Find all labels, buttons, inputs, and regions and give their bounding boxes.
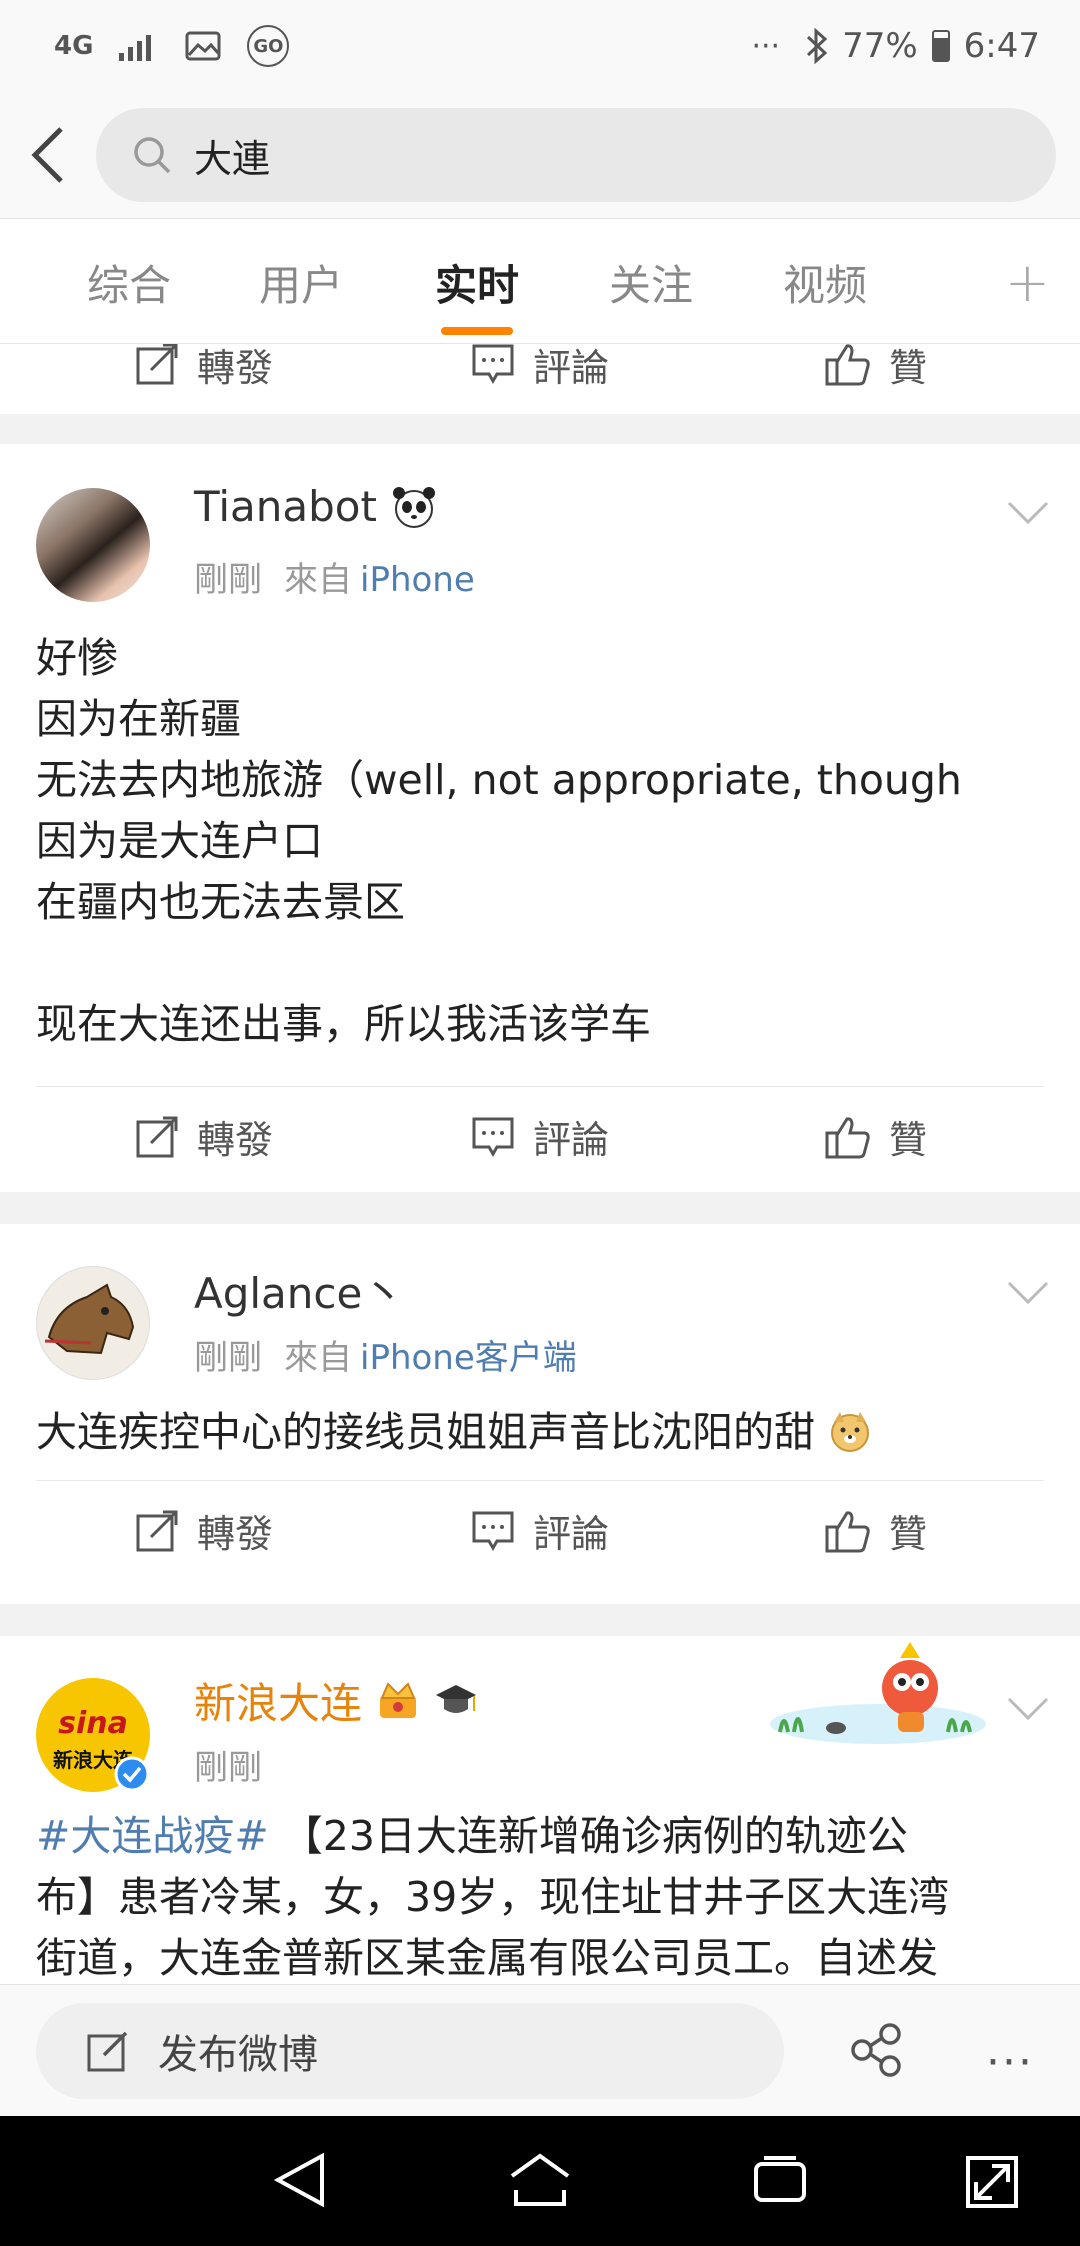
compose-bar: 发布微博 ···	[0, 1984, 1080, 2116]
post-time: 剛剛	[194, 1748, 262, 1788]
doge-emoji-icon	[831, 1412, 870, 1452]
post-actions: 轉發 評論 贊	[36, 1480, 1044, 1580]
post-author[interactable]: Tianabot	[194, 482, 437, 531]
repost-button[interactable]: 轉發	[36, 1109, 372, 1164]
verified-badge-icon	[114, 1756, 150, 1792]
post-meta: 剛剛 來自 iPhone客户端	[194, 1338, 577, 1378]
chevron-left-icon	[31, 127, 63, 183]
avatar[interactable]	[36, 488, 150, 602]
add-tab-button[interactable]: +	[1005, 219, 1050, 345]
go-badge-icon: GO	[247, 25, 290, 67]
status-bar: 4G GO ··· 77% 6:47	[0, 0, 1080, 92]
hashtag-link[interactable]: #大连战疫#	[36, 1812, 269, 1860]
crown-vip-icon	[380, 1681, 417, 1718]
network-4g-icon: 4G	[54, 31, 94, 61]
repost-icon	[136, 1510, 178, 1551]
post-actions: 轉發 評論 贊	[36, 344, 1044, 414]
comment-icon	[472, 344, 514, 385]
post-source-link[interactable]: iPhone客户端	[360, 1338, 577, 1378]
post-time: 剛剛	[194, 560, 262, 600]
comment-button[interactable]: 評論	[372, 1503, 708, 1558]
edit-icon	[87, 2031, 128, 2072]
back-button[interactable]	[0, 92, 96, 218]
compose-label: 发布微博	[158, 2032, 318, 2078]
post-author[interactable]: 新浪大连	[194, 1670, 478, 1731]
comment-icon	[472, 1511, 514, 1551]
repost-button[interactable]: 轉發	[36, 1503, 372, 1558]
post-actions: 轉發 評論 贊	[36, 1086, 1044, 1186]
post-time: 剛剛	[194, 1338, 262, 1378]
comment-button[interactable]: 評論	[372, 344, 708, 392]
avatar[interactable]	[36, 1266, 150, 1380]
share-icon[interactable]	[850, 2023, 904, 2077]
tab-following[interactable]: 关注	[586, 219, 716, 345]
tab-video[interactable]: 视频	[760, 219, 890, 345]
compose-post-button[interactable]: 发布微博	[36, 2003, 784, 2099]
search-query: 大連	[194, 136, 271, 181]
comment-button[interactable]: 評論	[372, 1109, 708, 1164]
post-meta: 剛剛 來自 iPhone	[194, 560, 475, 600]
chevron-down-icon[interactable]	[1006, 1280, 1050, 1306]
status-more-dots: ···	[751, 28, 781, 64]
post-card[interactable]: sina 新浪大连 新浪大连 剛剛 #大连战疫# 【23日大连新增确诊病例的轨迹…	[0, 1636, 1080, 1984]
post-author[interactable]: Aglance丶	[194, 1260, 404, 1321]
post-body: 好惨 因为在新疆 无法去内地旅游（well, not appropriate, …	[36, 634, 962, 1048]
comment-icon	[472, 1117, 514, 1157]
battery-percent: 77%	[842, 26, 918, 66]
nav-expand-icon[interactable]	[964, 2150, 1020, 2210]
like-button[interactable]: 贊	[708, 344, 1044, 392]
repost-icon	[136, 344, 178, 385]
post-card[interactable]: Tianabot 剛剛 來自 iPhone 好惨 因为在新疆 无法去内地旅游（wel…	[0, 444, 1080, 1192]
feed-card-partial: 轉發 評論 贊	[0, 344, 1080, 414]
search-input[interactable]: 大連	[96, 108, 1056, 202]
repost-button[interactable]: 轉發	[36, 344, 372, 392]
like-button[interactable]: 贊	[708, 1109, 1044, 1164]
post-source-link[interactable]: iPhone	[360, 560, 475, 600]
horse-avatar-icon	[44, 1283, 135, 1355]
battery-icon	[931, 30, 950, 62]
tab-bar: 综合 用户 实时 关注 视频 +	[0, 218, 1080, 344]
post-body: 大连疾控中心的接线员姐姐声音比沈阳的甜	[36, 1402, 1044, 1463]
search-icon	[134, 137, 171, 174]
tab-users[interactable]: 用户	[236, 219, 366, 345]
post-card[interactable]: Aglance丶 剛剛 來自 iPhone客户端 大连疾控中心的接线员姐姐声音比沈阳…	[0, 1224, 1080, 1604]
thumbs-up-icon	[825, 1510, 870, 1552]
nav-recents-icon[interactable]	[752, 2150, 808, 2210]
tab-comprehensive[interactable]: 综合	[64, 219, 194, 345]
thumbs-up-icon	[825, 1116, 870, 1158]
nav-home-icon[interactable]	[508, 2150, 572, 2210]
search-header: 大連	[0, 92, 1080, 218]
more-options-button[interactable]: ···	[986, 2037, 1034, 2088]
tab-realtime[interactable]: 实时	[412, 219, 542, 345]
mascot-banner-icon	[770, 1642, 986, 1744]
chevron-down-icon[interactable]	[1006, 1696, 1050, 1722]
nav-back-icon[interactable]	[272, 2150, 328, 2210]
post-meta: 剛剛	[194, 1740, 262, 1789]
chevron-down-icon[interactable]	[1006, 500, 1050, 526]
bluetooth-icon	[806, 28, 828, 64]
panda-icon	[392, 486, 435, 528]
feed: 轉發 評論 贊 Tianabot 剛剛 來自 iPhone 好惨 因为在新疆 无法去…	[0, 344, 1080, 1984]
repost-icon	[136, 1116, 178, 1157]
system-nav-bar	[0, 2116, 1080, 2246]
active-tab-indicator	[441, 327, 513, 335]
post-body: #大连战疫# 【23日大连新增确诊病例的轨迹公 布】患者冷某，女，39岁，现住址…	[36, 1812, 950, 1982]
image-notification-icon	[185, 31, 221, 61]
clock: 6:47	[963, 26, 1040, 66]
like-button[interactable]: 贊	[708, 1503, 1044, 1558]
graduation-cap-icon	[436, 1684, 477, 1713]
signal-icon	[119, 31, 159, 61]
thumbs-up-icon	[825, 344, 870, 386]
